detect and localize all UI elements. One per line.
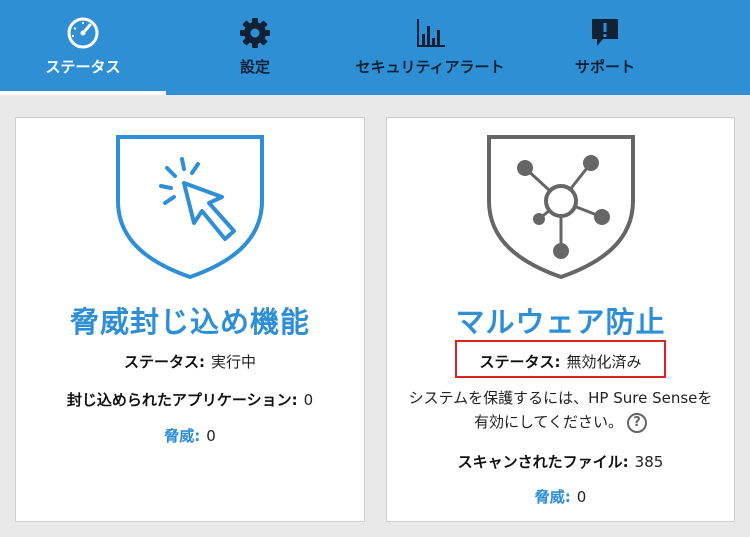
- tab-settings-label: 設定: [239, 58, 270, 76]
- active-tab-indicator: [0, 91, 166, 95]
- tab-support[interactable]: サポート: [525, 0, 685, 95]
- gear-icon: [238, 16, 272, 50]
- status-row: ステータス: 実行中: [16, 351, 364, 372]
- status-value: 無効化済み: [566, 353, 642, 371]
- contained-apps-label: 封じ込められたアプリケーション:: [66, 391, 298, 409]
- enable-message: システムを保護するには、HP Sure Senseを 有効にしてください。?: [395, 386, 726, 434]
- tab-status-label: ステータス: [45, 58, 121, 76]
- contained-apps-value: 0: [303, 391, 314, 409]
- tab-security-alerts-label: セキュリティアラート: [355, 58, 505, 76]
- threat-containment-card: 脅威封じ込め機能 ステータス: 実行中 封じ込められたアプリケーション: 0 脅威:…: [15, 117, 365, 522]
- enable-message-line2-row: 有効にしてください。?: [395, 410, 726, 434]
- network-shield-icon: [387, 131, 734, 281]
- status-label: ステータス:: [123, 353, 205, 371]
- threats-value: 0: [206, 427, 216, 445]
- speedometer-icon: [66, 16, 100, 50]
- status-value: 実行中: [210, 353, 256, 371]
- scanned-files-row: スキャンされたファイル: 385: [387, 451, 734, 472]
- enable-message-line2: 有効にしてください。: [473, 413, 624, 431]
- cursor-shield-icon: [16, 131, 364, 281]
- tab-security-alerts[interactable]: セキュリティアラート: [340, 0, 520, 95]
- threat-containment-title: 脅威封じ込め機能: [69, 305, 310, 339]
- top-navigation-bar: ステータス 設定 セキュリティアラート サポート: [0, 0, 750, 95]
- alert-chat-icon: [588, 16, 622, 50]
- status-label: ステータス:: [479, 353, 561, 371]
- threats-link[interactable]: 脅威:: [535, 488, 571, 506]
- scanned-files-value: 385: [634, 453, 664, 471]
- contained-apps-row: 封じ込められたアプリケーション: 0: [16, 389, 364, 410]
- tab-status[interactable]: ステータス: [0, 0, 166, 95]
- threats-value: 0: [576, 488, 587, 506]
- enable-message-line1: システムを保護するには、HP Sure Senseを: [408, 389, 713, 407]
- bar-chart-icon: [413, 16, 447, 50]
- threats-link[interactable]: 脅威:: [164, 427, 200, 445]
- tab-settings[interactable]: 設定: [175, 0, 335, 95]
- scanned-files-label: スキャンされたファイル:: [457, 453, 629, 471]
- help-icon[interactable]: ?: [627, 412, 648, 433]
- malware-protection-card: マルウェア防止 ステータス: 無効化済み システムを保護するには、HP Sure …: [386, 117, 735, 522]
- malware-protection-title: マルウェア防止: [455, 305, 666, 339]
- tab-support-label: サポート: [574, 58, 635, 76]
- threats-row: 脅威: 0: [16, 425, 364, 446]
- threats-row: 脅威: 0: [387, 486, 734, 507]
- status-row: ステータス: 無効化済み: [387, 351, 734, 372]
